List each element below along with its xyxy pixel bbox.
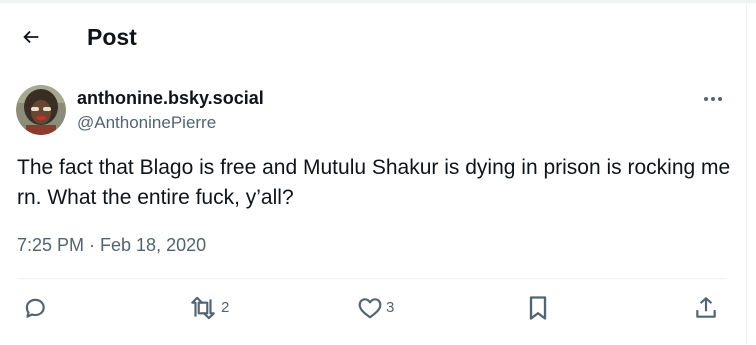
- action-bar: 2 3: [0, 288, 746, 328]
- author-display-name[interactable]: anthonine.bsky.social: [77, 87, 264, 109]
- page-title: Post: [87, 24, 137, 50]
- avatar-photo: [16, 85, 66, 135]
- arrow-left-icon: [23, 30, 39, 44]
- bookmark-button[interactable]: [526, 288, 550, 328]
- heart-icon: [358, 298, 382, 319]
- author-handle[interactable]: @AnthoninePierre: [77, 112, 216, 134]
- post-text: The fact that Blago is free and Mutulu S…: [17, 156, 731, 209]
- top-edge-divider: [0, 0, 756, 3]
- page-header: Post: [0, 8, 746, 66]
- like-button[interactable]: 3: [357, 288, 394, 328]
- repost-icon: [191, 296, 215, 320]
- back-button[interactable]: [12, 18, 50, 56]
- avatar[interactable]: [16, 85, 66, 135]
- share-button[interactable]: [693, 288, 719, 328]
- more-horizontal-icon: [704, 97, 722, 101]
- divider: [17, 278, 727, 279]
- post-page: Post anthonine.bsky.social @AnthoninePie…: [0, 0, 756, 345]
- like-count: 3: [386, 299, 395, 316]
- repost-button[interactable]: 2: [188, 288, 229, 328]
- post-timestamp[interactable]: 7:25 PM · Feb 18, 2020: [17, 233, 206, 257]
- repost-count: 2: [221, 299, 230, 316]
- reply-button[interactable]: [22, 288, 51, 328]
- more-options-button[interactable]: [696, 84, 730, 114]
- column-border: [746, 0, 747, 345]
- share-upload-icon: [696, 297, 716, 318]
- reply-bubble-icon: [25, 298, 45, 318]
- bookmark-icon: [529, 296, 547, 320]
